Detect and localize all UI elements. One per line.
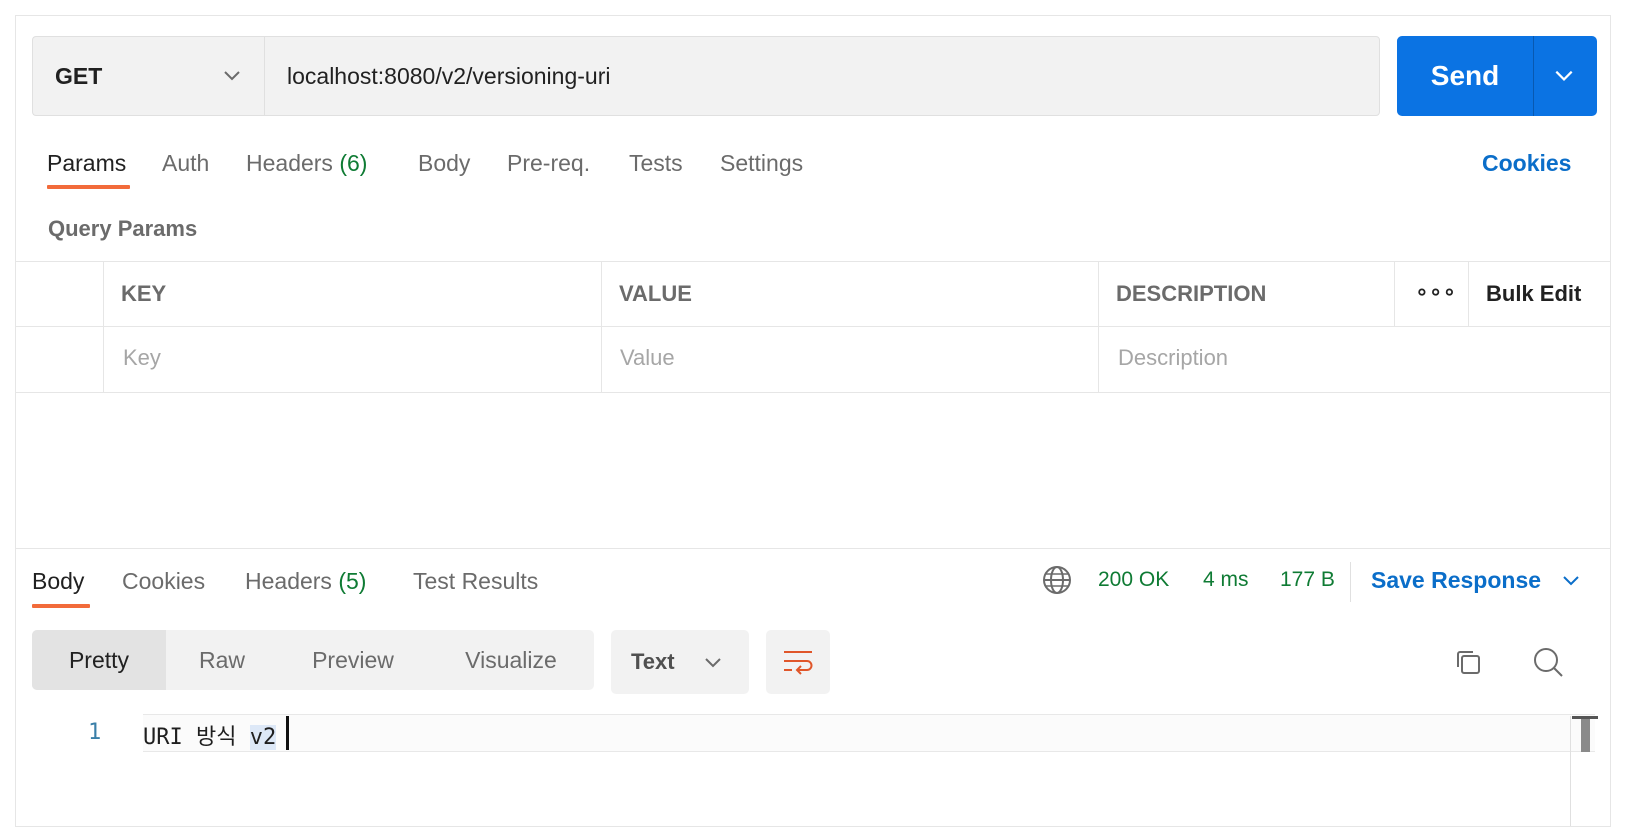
- tab-body[interactable]: Body: [418, 150, 470, 177]
- bulk-edit-button[interactable]: Bulk Edit: [1486, 281, 1581, 307]
- send-button-group: Send: [1397, 36, 1597, 116]
- view-mode-preview[interactable]: Preview: [278, 630, 428, 690]
- status-separator: [1350, 562, 1351, 602]
- tab-headers[interactable]: Headers (6): [246, 150, 367, 177]
- search-button[interactable]: [1526, 640, 1570, 684]
- text-caret: [286, 716, 289, 750]
- response-tab-headers-label: Headers: [245, 568, 332, 594]
- response-body-text[interactable]: URI 방식 v2: [143, 719, 277, 751]
- response-tab-headers[interactable]: Headers (5): [245, 568, 366, 595]
- response-size[interactable]: 177 B: [1280, 568, 1335, 592]
- scrollbar-thumb[interactable]: [1572, 716, 1598, 752]
- response-tab-test-results[interactable]: Test Results: [413, 568, 538, 595]
- table-col-divider: [103, 261, 104, 393]
- response-pane-divider[interactable]: [16, 548, 1610, 549]
- chevron-down-icon: [224, 71, 240, 81]
- wrap-lines-button[interactable]: [766, 630, 830, 694]
- active-tab-indicator: [47, 185, 130, 189]
- query-params-title: Query Params: [48, 216, 198, 241]
- query-params-table: KEY VALUE DESCRIPTION ∘∘∘ Bulk Edit Key …: [16, 261, 1610, 395]
- tab-headers-count: (6): [339, 150, 368, 176]
- url-text: localhost:8080/v2/versioning-uri: [287, 62, 611, 89]
- description-input[interactable]: Description: [1118, 345, 1228, 371]
- table-col-divider: [1394, 261, 1395, 327]
- tab-settings[interactable]: Settings: [720, 150, 803, 177]
- table-border-mid: [16, 326, 1610, 327]
- wrap-lines-icon: [784, 651, 813, 675]
- table-col-divider: [1098, 261, 1099, 393]
- more-options-icon[interactable]: ∘∘∘: [1415, 279, 1456, 305]
- copy-button[interactable]: [1446, 640, 1490, 684]
- view-mode-segmented-control: Pretty Raw Preview Visualize: [32, 630, 594, 690]
- table-border-top: [16, 261, 1610, 262]
- save-response-label: Save Response: [1371, 567, 1542, 593]
- table-col-divider: [601, 261, 602, 393]
- view-mode-visualize[interactable]: Visualize: [428, 630, 594, 690]
- method-select[interactable]: GET: [32, 36, 264, 116]
- tab-auth[interactable]: Auth: [162, 150, 209, 177]
- table-col-divider: [1468, 261, 1469, 327]
- tab-headers-label: Headers: [246, 150, 333, 176]
- chevron-down-icon: [705, 658, 721, 668]
- key-input[interactable]: Key: [123, 345, 161, 371]
- view-mode-pretty[interactable]: Pretty: [32, 630, 166, 690]
- value-input[interactable]: Value: [620, 345, 675, 371]
- search-icon: [1534, 648, 1563, 677]
- tab-prereq[interactable]: Pre-req.: [507, 150, 590, 177]
- response-tab-body[interactable]: Body: [32, 568, 84, 595]
- tab-params[interactable]: Params: [47, 150, 126, 177]
- format-select[interactable]: Text: [611, 630, 749, 694]
- column-header-value: VALUE: [619, 281, 692, 306]
- app-frame: [15, 15, 1611, 827]
- column-header-description: DESCRIPTION: [1116, 281, 1267, 306]
- response-body-selection: v2: [249, 725, 277, 750]
- scrollbar-track[interactable]: [1570, 716, 1571, 826]
- column-header-key: KEY: [121, 281, 167, 306]
- response-active-tab-indicator: [32, 604, 90, 608]
- response-body-plain: URI 방식: [143, 725, 250, 750]
- table-border-bottom: [16, 392, 1610, 393]
- cookies-link[interactable]: Cookies: [1482, 150, 1571, 177]
- response-time[interactable]: 4 ms: [1203, 568, 1249, 592]
- code-line-highlight: [143, 714, 1595, 752]
- url-input[interactable]: localhost:8080/v2/versioning-uri: [264, 36, 1380, 116]
- status-code[interactable]: 200 OK: [1098, 568, 1169, 592]
- copy-icon: [1457, 651, 1480, 674]
- send-options-chevron-icon[interactable]: [1553, 64, 1575, 86]
- chevron-down-icon: [1563, 576, 1580, 586]
- response-tab-headers-count: (5): [338, 568, 367, 594]
- method-label: GET: [55, 62, 103, 89]
- globe-icon[interactable]: [1041, 564, 1073, 596]
- send-button[interactable]: Send: [1397, 36, 1533, 116]
- response-tab-cookies[interactable]: Cookies: [122, 568, 205, 595]
- send-divider: [1533, 36, 1534, 116]
- save-response-button[interactable]: Save Response: [1371, 567, 1581, 594]
- line-number: 1: [88, 720, 102, 745]
- view-mode-raw[interactable]: Raw: [166, 630, 278, 690]
- tab-tests[interactable]: Tests: [629, 150, 683, 177]
- format-label: Text: [631, 649, 675, 674]
